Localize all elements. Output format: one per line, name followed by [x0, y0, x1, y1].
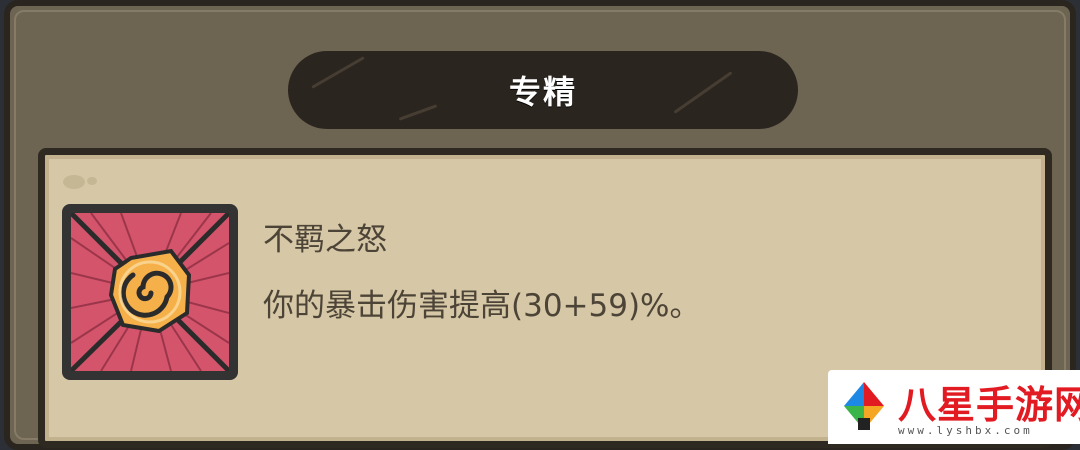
title-banner: 专精: [288, 51, 798, 129]
watermark: 八星手游网 www.lyshbx.com: [828, 370, 1080, 444]
banner-scratch: [311, 56, 365, 89]
panel-title: 专精: [508, 73, 577, 111]
skill-name: 不羁之怒: [263, 222, 387, 258]
parchment-stain: [63, 175, 85, 189]
colorful-pinwheel-logo: [844, 382, 884, 430]
spiral-rage-icon: [71, 213, 229, 371]
banner-scratch: [398, 104, 438, 121]
parchment-stain: [87, 177, 97, 185]
watermark-title: 八星手游网: [898, 383, 1080, 427]
skill-description: 你的暴击伤害提高(30+59)%。: [263, 288, 701, 324]
watermark-url: www.lyshbx.com: [898, 424, 1033, 437]
banner-scratch: [673, 71, 733, 114]
skill-icon-frame[interactable]: [62, 204, 238, 380]
